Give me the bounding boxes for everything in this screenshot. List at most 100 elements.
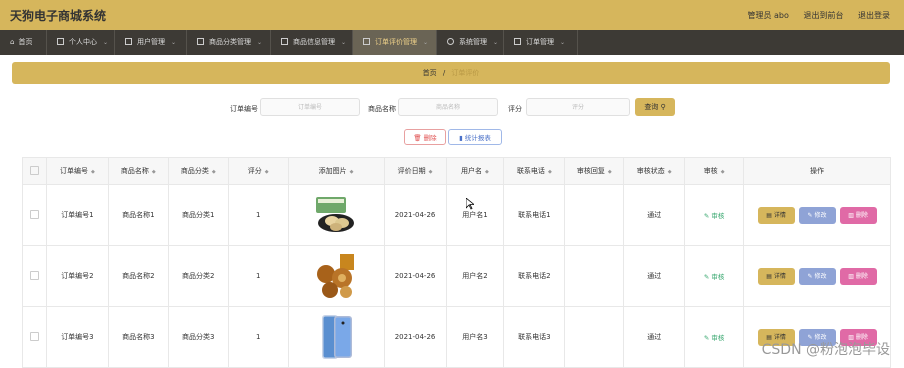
row-checkbox[interactable]: [29, 331, 39, 341]
trash-icon: 🗑: [413, 134, 422, 142]
flag-icon: [281, 38, 288, 45]
row-select-cell[interactable]: [22, 184, 47, 246]
trash-icon: ▥: [848, 211, 854, 219]
col-status[interactable]: 审核状态 ◆: [623, 157, 686, 185]
breadcrumb: 首页 / 订单评价: [12, 62, 890, 84]
logout-link[interactable]: 退出登录: [858, 11, 890, 20]
row-checkbox[interactable]: [29, 270, 39, 280]
home-icon: ⌂: [10, 38, 15, 46]
select-all-checkbox[interactable]: [29, 165, 39, 175]
cell-user: 用户名1: [445, 184, 505, 246]
product-image[interactable]: [312, 313, 360, 361]
select-all-cell[interactable]: [22, 157, 47, 185]
cell-date: 2021-04-26: [383, 184, 447, 246]
col-review[interactable]: 审核 ◆: [684, 157, 745, 185]
cell-image: [287, 184, 385, 246]
delete-button[interactable]: ▥ 删除: [839, 267, 877, 285]
sort-icon: ◆: [607, 169, 612, 175]
doc-icon: ▤: [766, 272, 772, 280]
col-category[interactable]: 商品分类 ◆: [167, 157, 229, 185]
chevron-down-icon: ⌄: [423, 39, 429, 46]
nav-user-management[interactable]: 用户管理 ⌄: [115, 30, 187, 55]
chevron-down-icon: ⌄: [257, 39, 263, 46]
col-date[interactable]: 评价日期 ◆: [383, 157, 447, 185]
table-row: 订单编号3 商品名称3 商品分类3 1 2021-04-26 用户名3 联系电话…: [22, 306, 891, 368]
gear-icon: [447, 38, 454, 45]
main-nav: ⌂ 首页 个人中心 ⌄ 用户管理 ⌄ 商品分类管理 ⌄ 商品信息管理 ⌄ 订单评价管理 ⌄ …: [0, 30, 904, 55]
cell-image: [287, 306, 385, 368]
cell-score: 1: [227, 306, 289, 368]
cell-order: 订单编号1: [45, 184, 109, 246]
cell-category: 商品分类2: [167, 245, 229, 307]
col-order[interactable]: 订单编号 ◆: [45, 157, 109, 185]
cell-reply: [564, 245, 625, 307]
chevron-down-icon: ⌄: [171, 39, 177, 46]
grid-icon: [197, 38, 204, 45]
cell-date: 2021-04-26: [383, 245, 447, 307]
row-select-cell[interactable]: [22, 306, 47, 368]
back-to-front-link[interactable]: 退出到前台: [803, 11, 843, 20]
cell-category: 商品分类3: [167, 306, 229, 368]
nav-product-management[interactable]: 商品信息管理 ⌄: [271, 30, 353, 55]
edit-button[interactable]: ✎ 修改: [798, 267, 836, 285]
cell-user: 用户名3: [445, 306, 505, 368]
col-reply[interactable]: 审核回复 ◆: [564, 157, 625, 185]
col-product[interactable]: 商品名称 ◆: [107, 157, 169, 185]
row-checkbox[interactable]: [29, 209, 39, 219]
cell-order: 订单编号3: [45, 306, 109, 368]
nav-order-management[interactable]: 订单管理 ⌄: [504, 30, 578, 55]
cell-status: 通过: [623, 306, 686, 368]
person-icon: [57, 38, 64, 45]
delete-button[interactable]: ▥ 删除: [839, 206, 877, 224]
watermark: CSDN @粉泡泡毕设: [761, 342, 890, 358]
doc-icon: ▤: [766, 211, 772, 219]
trash-icon: ▥: [848, 272, 854, 280]
search-button[interactable]: 查询 ⚲: [635, 98, 675, 116]
breadcrumb-current: 订单评价: [451, 69, 480, 77]
product-image[interactable]: [312, 191, 360, 239]
reviews-table: 订单编号 ◆ 商品名称 ◆ 商品分类 ◆ 评分 ◆ 添加图片 ◆ 评价日期 ◆ 用户名 ◆ 联…: [22, 157, 891, 368]
cell-phone: 联系电话2: [503, 245, 566, 307]
breadcrumb-home[interactable]: 首页: [423, 69, 437, 77]
sort-icon: ◆: [211, 169, 216, 175]
detail-button[interactable]: ▤ 详情: [757, 206, 795, 224]
cell-actions: ▤ 详情 ✎ 修改 ▥ 删除: [743, 184, 891, 246]
stats-report-button[interactable]: ▮ 统计报表: [448, 129, 502, 145]
row-select-cell[interactable]: [22, 245, 47, 307]
sort-icon: ◆: [349, 169, 354, 175]
col-phone[interactable]: 联系电话 ◆: [503, 157, 566, 185]
top-bar: 天狗电子商城系统 管理员 abo 退出到前台 退出登录: [0, 0, 904, 30]
review-link[interactable]: ✎ 审核: [704, 273, 725, 281]
pencil-icon: ✎: [703, 212, 710, 220]
sort-icon: ◆: [547, 169, 552, 175]
mouse-cursor-icon: [466, 198, 474, 210]
admin-label: 管理员 abo: [747, 11, 789, 20]
edit-button[interactable]: ✎ 修改: [798, 206, 836, 224]
nav-personal-center[interactable]: 个人中心 ⌄: [47, 30, 115, 55]
product-input[interactable]: 商品名称: [398, 98, 498, 116]
review-link[interactable]: ✎ 审核: [704, 334, 725, 342]
review-link[interactable]: ✎ 审核: [704, 212, 725, 220]
bar-chart-icon: ▮: [459, 134, 463, 142]
order-input[interactable]: 订单编号: [260, 98, 360, 116]
breadcrumb-separator: /: [442, 69, 446, 77]
pencil-icon: ✎: [703, 334, 710, 342]
col-user[interactable]: 用户名 ◆: [445, 157, 505, 185]
col-image[interactable]: 添加图片 ◆: [287, 157, 385, 185]
score-label: 评分: [508, 105, 522, 113]
cell-review: ✎ 审核: [684, 184, 745, 246]
detail-button[interactable]: ▤ 详情: [757, 267, 795, 285]
cell-product: 商品名称2: [107, 245, 169, 307]
cell-status: 通过: [623, 245, 686, 307]
nav-home[interactable]: ⌂ 首页: [0, 30, 47, 55]
product-image[interactable]: [312, 252, 360, 300]
nav-system-management[interactable]: 系统管理 ⌄: [437, 30, 504, 55]
bulk-delete-button[interactable]: 🗑 删除: [404, 129, 446, 145]
nav-order-review-management[interactable]: 订单评价管理 ⌄: [353, 30, 437, 55]
sort-icon: ◆: [485, 169, 489, 175]
score-input[interactable]: 评分: [526, 98, 630, 116]
col-actions: 操作: [743, 157, 891, 185]
col-score[interactable]: 评分 ◆: [227, 157, 289, 185]
nav-category-management[interactable]: 商品分类管理 ⌄: [187, 30, 271, 55]
cell-reply: [564, 184, 625, 246]
